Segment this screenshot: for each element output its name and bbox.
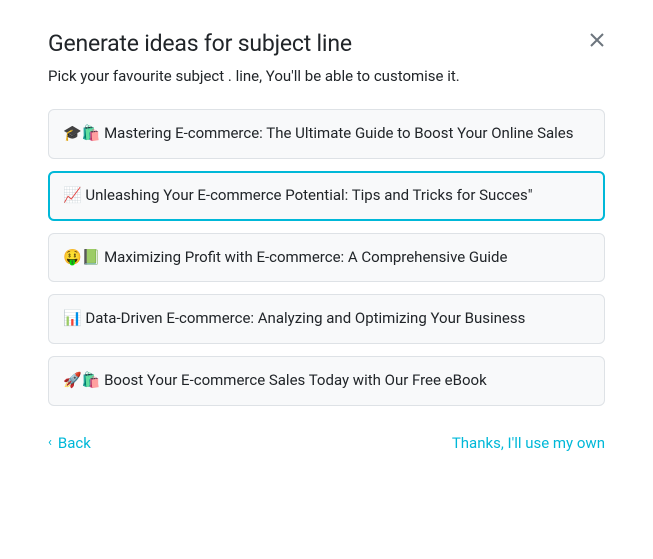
dialog-header: Generate ideas for subject line Pick you… bbox=[48, 30, 605, 85]
close-button[interactable] bbox=[585, 28, 609, 52]
subject-line-options: 🎓🛍️ Mastering E-commerce: The Ultimate G… bbox=[48, 109, 605, 406]
dialog-footer: ‹ Back Thanks, I'll use my own bbox=[48, 434, 605, 452]
subject-line-option[interactable]: 🎓🛍️ Mastering E-commerce: The Ultimate G… bbox=[48, 109, 605, 159]
subject-line-option[interactable]: 📈 Unleashing Your E-commerce Potential: … bbox=[48, 171, 605, 221]
subject-line-option[interactable]: 🚀🛍️ Boost Your E-commerce Sales Today wi… bbox=[48, 356, 605, 406]
subject-line-option[interactable]: 📊 Data-Driven E-commerce: Analyzing and … bbox=[48, 294, 605, 344]
dialog-subtitle: Pick your favourite subject . line, You'… bbox=[48, 67, 605, 85]
close-icon bbox=[589, 32, 605, 48]
dialog-title: Generate ideas for subject line bbox=[48, 30, 605, 57]
chevron-left-icon: ‹ bbox=[48, 435, 52, 450]
back-label: Back bbox=[58, 434, 91, 452]
back-button[interactable]: ‹ Back bbox=[48, 434, 91, 452]
subject-line-option[interactable]: 🤑📗 Maximizing Profit with E-commerce: A … bbox=[48, 233, 605, 283]
skip-button[interactable]: Thanks, I'll use my own bbox=[452, 434, 605, 452]
